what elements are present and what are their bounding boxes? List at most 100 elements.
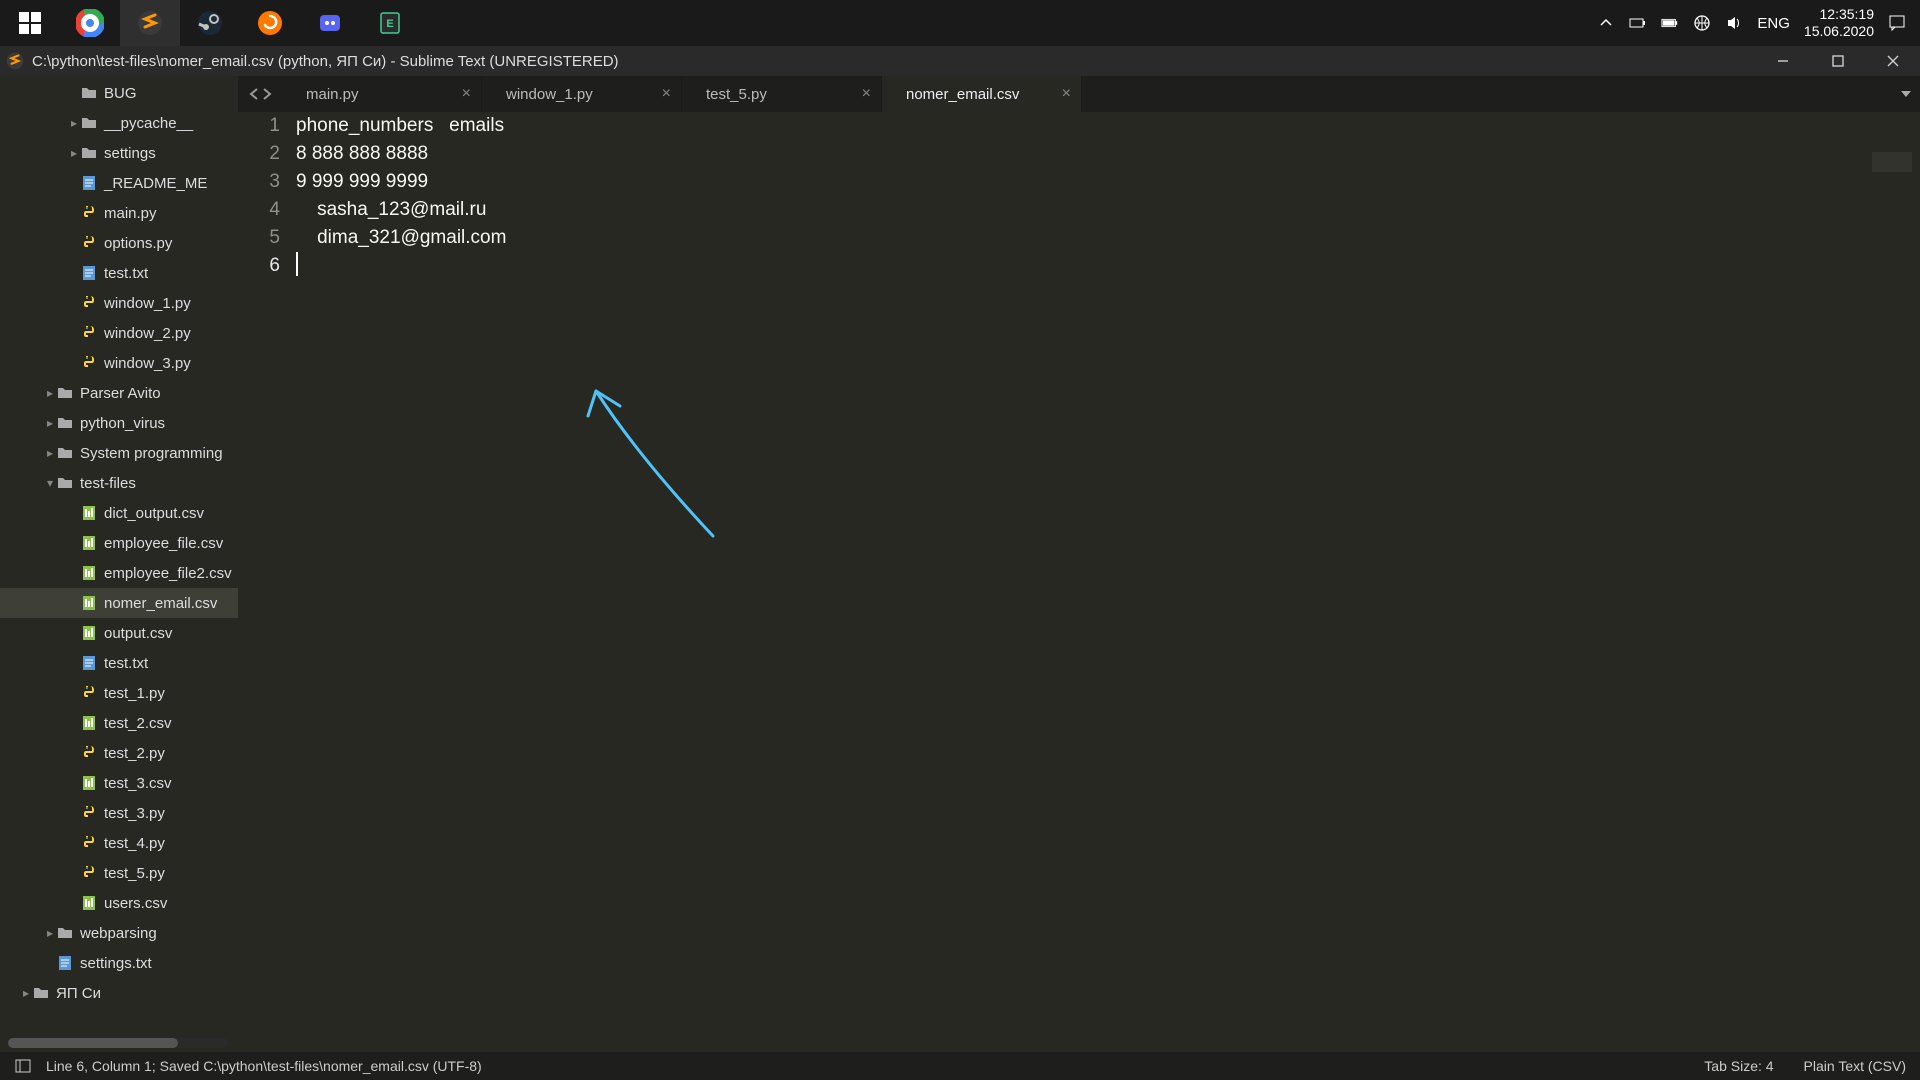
minimap[interactable] [1872, 152, 1912, 172]
taskbar-epic[interactable]: E [360, 0, 420, 46]
text-cursor [296, 252, 298, 276]
code-editor[interactable]: 123456 phone_numbers emails 8 888 888 88… [238, 112, 1920, 1052]
windows-icon [19, 12, 41, 34]
syntax-mode[interactable]: Plain Text (CSV) [1804, 1058, 1906, 1074]
tree-item[interactable]: dict_output.csv [0, 498, 238, 528]
tree-item[interactable]: test.txt [0, 258, 238, 288]
file-tab[interactable]: window_1.py× [482, 76, 682, 112]
tree-item[interactable]: ▸System programming [0, 438, 238, 468]
tree-item[interactable]: _README_ME [0, 168, 238, 198]
tab-label: nomer_email.csv [906, 86, 1019, 103]
py-icon [80, 294, 98, 312]
cursor-position[interactable]: Line 6, Column 1; Saved C:\python\test-f… [46, 1058, 482, 1074]
maximize-button[interactable] [1810, 46, 1865, 76]
tree-item[interactable]: window_2.py [0, 318, 238, 348]
tab-overflow-button[interactable] [1892, 76, 1920, 112]
tree-item[interactable]: nomer_email.csv [0, 588, 238, 618]
tree-item[interactable]: test.txt [0, 648, 238, 678]
tray-chevron-icon[interactable] [1597, 14, 1615, 32]
tree-item[interactable]: employee_file.csv [0, 528, 238, 558]
window-titlebar[interactable]: C:\python\test-files\nomer_email.csv (py… [0, 46, 1920, 76]
tree-item[interactable]: test_2.csv [0, 708, 238, 738]
status-bar: Line 6, Column 1; Saved C:\python\test-f… [0, 1052, 1920, 1080]
tree-item-label: employee_file.csv [104, 535, 223, 552]
tree-item-label: System programming [80, 445, 223, 462]
network-icon[interactable] [1693, 14, 1711, 32]
tab-size[interactable]: Tab Size: 4 [1704, 1058, 1773, 1074]
tree-item[interactable]: ▸webparsing [0, 918, 238, 948]
py-icon [80, 804, 98, 822]
tab-close-icon[interactable]: × [862, 85, 871, 103]
tree-item[interactable]: test_4.py [0, 828, 238, 858]
taskbar-left: E [0, 0, 420, 46]
battery2-icon[interactable] [1661, 14, 1679, 32]
line-number: 1 [238, 112, 280, 140]
start-button[interactable] [0, 0, 60, 46]
taskbar-sublime[interactable] [120, 0, 180, 46]
tree-item-label: test_1.py [104, 685, 165, 702]
tree-item[interactable]: window_3.py [0, 348, 238, 378]
tree-item[interactable]: test_5.py [0, 858, 238, 888]
clock[interactable]: 12:35:19 15.06.2020 [1804, 6, 1874, 40]
file-tab[interactable]: nomer_email.csv × [882, 76, 1082, 112]
expand-arrow-icon: ▸ [68, 116, 80, 130]
tree-item-label: nomer_email.csv [104, 595, 217, 612]
tree-item[interactable]: options.py [0, 228, 238, 258]
tree-item[interactable]: output.csv [0, 618, 238, 648]
file-tab[interactable]: test_5.py× [682, 76, 882, 112]
taskbar-steam[interactable] [180, 0, 240, 46]
taskbar-avast[interactable] [240, 0, 300, 46]
taskbar-discord[interactable] [300, 0, 360, 46]
csv-icon [80, 504, 98, 522]
tree-item[interactable]: users.csv [0, 888, 238, 918]
avast-icon [257, 10, 283, 36]
tree-item[interactable]: test_3.py [0, 798, 238, 828]
folder-icon [32, 984, 50, 1002]
folder-icon [56, 384, 74, 402]
volume-icon[interactable] [1725, 14, 1743, 32]
taskbar-chrome[interactable] [60, 0, 120, 46]
tab-close-icon[interactable]: × [662, 85, 671, 103]
tree-item[interactable]: ▸settings [0, 138, 238, 168]
battery-icon[interactable] [1629, 14, 1647, 32]
sidebar-toggle-icon[interactable] [14, 1057, 32, 1075]
titlebar-left: C:\python\test-files\nomer_email.csv (py… [6, 52, 619, 70]
tree-item[interactable]: main.py [0, 198, 238, 228]
code-text[interactable]: phone_numbers emails 8 888 888 8888 9 99… [290, 112, 1920, 1052]
tab-close-icon[interactable]: × [462, 85, 471, 103]
txt-icon [80, 174, 98, 192]
folder-icon [56, 924, 74, 942]
py-icon [80, 234, 98, 252]
tree-item-label: test.txt [104, 265, 148, 282]
tree-item[interactable]: ▸Parser Avito [0, 378, 238, 408]
tree-item-label: python_virus [80, 415, 165, 432]
notifications-icon[interactable] [1888, 14, 1906, 32]
tree-item-label: ЯП Си [56, 985, 101, 1002]
tree-item-label: options.py [104, 235, 172, 252]
tree-item[interactable]: ▸python_virus [0, 408, 238, 438]
tree-item[interactable]: ▾test-files [0, 468, 238, 498]
tree-item[interactable]: employee_file2.csv [0, 558, 238, 588]
svg-text:E: E [386, 18, 393, 30]
tab-nav-arrows[interactable] [238, 76, 282, 112]
language-indicator[interactable]: ENG [1757, 15, 1790, 32]
tree-item[interactable]: ▸__pycache__ [0, 108, 238, 138]
close-button[interactable] [1865, 46, 1920, 76]
tree-item[interactable]: test_3.csv [0, 768, 238, 798]
tree-item-label: webparsing [80, 925, 157, 942]
code-content: phone_numbers emails 8 888 888 8888 9 99… [296, 112, 1920, 280]
minimize-button[interactable] [1755, 46, 1810, 76]
tree-item-label: test.txt [104, 655, 148, 672]
sidebar-scrollbar[interactable] [8, 1038, 228, 1048]
tree-item[interactable]: test_2.py [0, 738, 238, 768]
tree-item[interactable]: test_1.py [0, 678, 238, 708]
tree-item[interactable]: BUG [0, 78, 238, 108]
tree-item-label: test_3.py [104, 805, 165, 822]
file-tab[interactable]: main.py× [282, 76, 482, 112]
date: 15.06.2020 [1804, 23, 1874, 40]
tree-item[interactable]: window_1.py [0, 288, 238, 318]
tree-item[interactable]: ▸ЯП Си [0, 978, 238, 1008]
tab-close-icon[interactable]: × [1062, 85, 1071, 103]
expand-arrow-icon: ▸ [44, 386, 56, 400]
tree-item[interactable]: settings.txt [0, 948, 238, 978]
